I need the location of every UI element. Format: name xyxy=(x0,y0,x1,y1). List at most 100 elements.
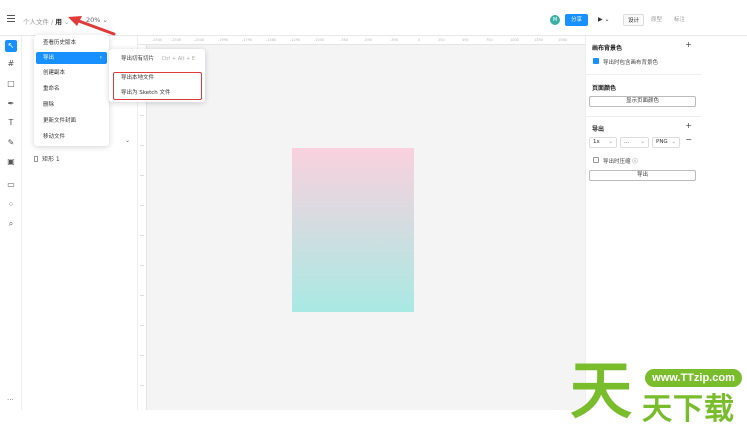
breadcrumb-current[interactable]: 用 xyxy=(55,18,62,26)
menu-icon[interactable] xyxy=(7,15,15,22)
chevron-down-icon[interactable]: ⌄ xyxy=(125,137,130,144)
divider xyxy=(586,74,701,75)
ruler-label: 1580 xyxy=(558,38,567,42)
chevron-down-icon: ⌄ xyxy=(608,139,613,145)
file-menu: 查看历史版本 导出 › 创建副本 重命名 删除 更新文件封面 移动文件 xyxy=(34,35,109,146)
ruler-label: -590 xyxy=(364,38,372,42)
share-button[interactable]: 分享 xyxy=(565,14,588,26)
export-button[interactable]: 导出 xyxy=(589,170,696,181)
select-value: 1x xyxy=(593,139,600,145)
ruler-label: 250 xyxy=(438,38,445,42)
highlight-box xyxy=(113,72,202,100)
export-title: 导出 xyxy=(592,126,605,133)
pencil-tool-icon[interactable]: ✎ xyxy=(5,137,17,149)
canvas[interactable]: -2540 -2540 -2540 -1990 -1790 -1580 -129… xyxy=(138,36,585,410)
export-scale-select[interactable]: 1x ⌄ xyxy=(589,137,617,148)
plus-icon[interactable]: + xyxy=(685,40,692,49)
compress-label: 导出时压缩 xyxy=(603,159,631,165)
menu-item-duplicate[interactable]: 创建副本 xyxy=(36,67,107,79)
canvas-bg-checkbox[interactable] xyxy=(593,58,599,64)
more-icon[interactable]: ··· xyxy=(7,396,14,404)
ruler-label: -1990 xyxy=(218,38,229,42)
layer-item[interactable]: 矩形 1 xyxy=(34,154,60,163)
ruler-label: 750 xyxy=(486,38,493,42)
tab-annotate[interactable]: 标注 xyxy=(669,14,690,26)
frame-tool-icon[interactable]: # xyxy=(5,58,17,70)
chevron-down-icon: ⌄ xyxy=(640,139,645,145)
breadcrumb-parent[interactable]: 个人文件 / xyxy=(23,18,53,26)
play-button[interactable]: ▶ ⌄ xyxy=(598,16,610,23)
ruler-label: -1790 xyxy=(242,38,253,42)
menu-item-rename[interactable]: 重命名 xyxy=(36,83,107,95)
ruler-tick xyxy=(140,265,144,266)
export-suffix-select[interactable]: ... ⌄ xyxy=(620,137,649,148)
watermark: 天 www.TTzip.com 天下载 xyxy=(570,356,745,432)
ruler-label: 1000 xyxy=(510,38,519,42)
rectangle-icon xyxy=(34,156,38,162)
info-icon[interactable]: ⓘ xyxy=(632,159,638,165)
ruler-tick xyxy=(140,205,144,206)
text-tool-icon[interactable]: T xyxy=(5,117,17,129)
search-icon[interactable]: ⌕ xyxy=(5,218,17,230)
watermark-logo-big: 天 xyxy=(570,354,633,427)
ruler-tick xyxy=(140,115,144,116)
ruler-label: -2540 xyxy=(194,38,205,42)
avatar[interactable]: M xyxy=(550,15,560,25)
watermark-url: www.TTzip.com xyxy=(645,369,742,387)
menu-item-delete[interactable]: 删除 xyxy=(36,99,107,111)
canvas-bg-option: 导出时包含画布背景色 xyxy=(603,60,659,66)
submenu-item-export-slices[interactable]: 导出切有切片 Ctrl + Alt + E xyxy=(113,53,203,65)
annotation-arrow xyxy=(68,16,116,36)
ruler-label: -1290 xyxy=(290,38,301,42)
pen-tool-icon[interactable]: ✒ xyxy=(5,98,17,110)
export-format-select[interactable]: PNG ⌄ xyxy=(652,137,680,148)
ruler-label: -1580 xyxy=(266,38,277,42)
ruler-label: 0 xyxy=(418,38,421,42)
mode-tabs: 设计 原型 标注 xyxy=(623,14,690,26)
component-tool-icon[interactable]: ⁘ xyxy=(5,199,17,211)
tab-prototype[interactable]: 原型 xyxy=(646,14,667,26)
menu-item-export[interactable]: 导出 › xyxy=(36,52,107,64)
chevron-down-icon: ⌄ xyxy=(671,139,676,145)
ruler-label: -1050 xyxy=(314,38,325,42)
menu-item-label: 导出 xyxy=(43,55,55,61)
menu-item-history[interactable]: 查看历史版本 xyxy=(36,37,107,49)
ruler-horizontal: -2540 -2540 -2540 -1990 -1790 -1580 -129… xyxy=(138,36,585,45)
ruler-label: 1250 xyxy=(534,38,543,42)
show-page-color-button[interactable]: 显示页面颜色 xyxy=(589,96,696,107)
select-value: ... xyxy=(624,139,630,145)
ruler-tick xyxy=(140,295,144,296)
compress-option: 导出时压缩 ⓘ xyxy=(603,157,638,165)
ruler-tick xyxy=(140,325,144,326)
divider xyxy=(586,116,701,117)
page-color-title: 页面颜色 xyxy=(592,85,617,92)
layer-label: 矩形 1 xyxy=(42,156,60,163)
ruler-label: -390 xyxy=(390,38,398,42)
move-tool-icon[interactable]: ↖ xyxy=(5,40,17,52)
ruler-tick xyxy=(140,235,144,236)
submenu-item-label: 导出切有切片 xyxy=(121,56,155,62)
ruler-label: 490 xyxy=(462,38,469,42)
compress-checkbox[interactable] xyxy=(593,157,599,163)
chevron-right-icon: › xyxy=(99,54,102,61)
menu-item-move-file[interactable]: 移动文件 xyxy=(36,131,107,143)
image-tool-icon[interactable]: ▣ xyxy=(5,156,17,168)
ruler-tick xyxy=(140,145,144,146)
left-toolbar: ↖ # □ ✒ T ✎ ▣ ▭ ⁘ ⌕ xyxy=(0,36,22,410)
select-value: PNG xyxy=(656,139,668,145)
gradient-rectangle[interactable] xyxy=(292,148,414,312)
plus-icon[interactable]: + xyxy=(685,121,692,130)
ruler-label: -2540 xyxy=(152,38,163,42)
tab-design[interactable]: 设计 xyxy=(623,14,644,26)
comment-tool-icon[interactable]: ▭ xyxy=(5,179,17,191)
ruler-tick xyxy=(140,355,144,356)
shortcut-label: Ctrl + Alt + E xyxy=(161,56,195,62)
ruler-label: -780 xyxy=(340,38,348,42)
canvas-bg-title: 画布背景色 xyxy=(592,45,623,52)
minus-icon[interactable]: − xyxy=(685,135,692,144)
breadcrumb[interactable]: 个人文件 / 用 ⌄ xyxy=(23,16,69,26)
menu-item-update-cover[interactable]: 更新文件封面 xyxy=(36,115,107,127)
rectangle-tool-icon[interactable]: □ xyxy=(5,78,17,90)
ruler-tick xyxy=(140,385,144,386)
ruler-label: -2540 xyxy=(171,38,182,42)
